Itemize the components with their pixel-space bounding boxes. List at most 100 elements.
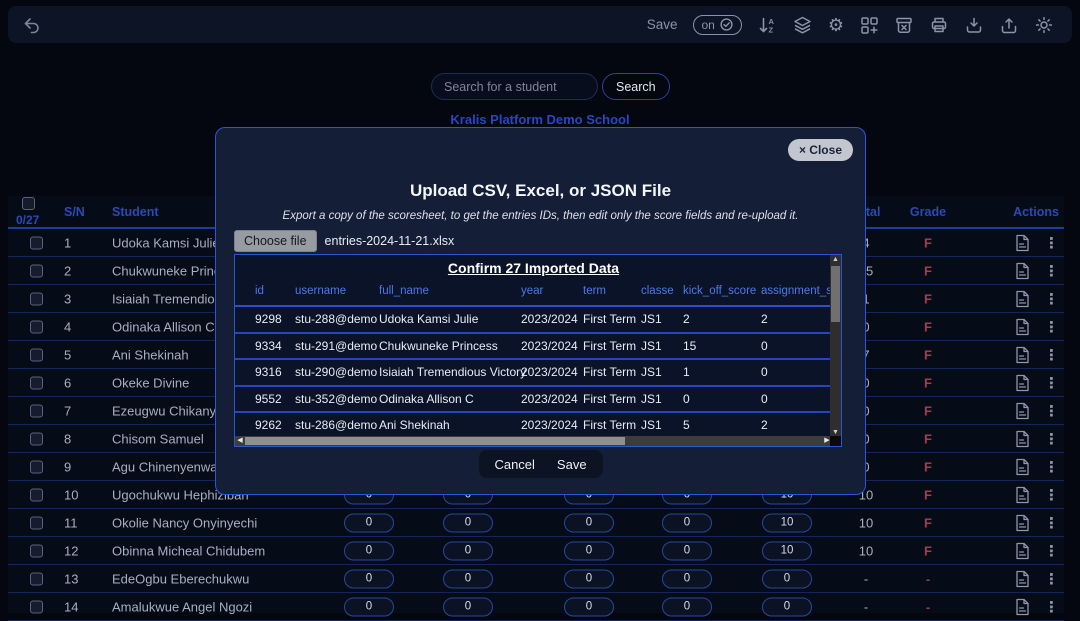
score-input-5[interactable] bbox=[762, 597, 812, 616]
score-input-2[interactable] bbox=[443, 513, 493, 532]
score-input-4[interactable] bbox=[662, 513, 712, 532]
row-total: - bbox=[838, 571, 894, 586]
row-checkbox[interactable] bbox=[30, 376, 43, 389]
vertical-scrollbar[interactable]: ▲ ▼ bbox=[830, 255, 841, 438]
file-report-icon[interactable] bbox=[1015, 262, 1030, 279]
file-report-icon[interactable] bbox=[1015, 598, 1030, 615]
search-input[interactable] bbox=[431, 73, 598, 100]
school-name-link[interactable]: Kralis Platform Demo School bbox=[0, 112, 1080, 127]
score-input-3[interactable] bbox=[564, 569, 614, 588]
row-menu-icon[interactable]: ⋮ bbox=[1044, 290, 1059, 308]
row-checkbox[interactable] bbox=[30, 572, 43, 585]
row-student-name: Odinaka Allison C bbox=[112, 319, 215, 334]
score-input-2[interactable] bbox=[443, 597, 493, 616]
file-report-icon[interactable] bbox=[1015, 430, 1030, 447]
download-icon[interactable] bbox=[964, 15, 984, 35]
row-menu-icon[interactable]: ⋮ bbox=[1044, 374, 1059, 392]
file-report-icon[interactable] bbox=[1015, 346, 1030, 363]
row-menu-icon[interactable]: ⋮ bbox=[1044, 486, 1059, 504]
file-report-icon[interactable] bbox=[1015, 318, 1030, 335]
row-checkbox[interactable] bbox=[30, 432, 43, 445]
layers-icon[interactable] bbox=[792, 15, 813, 35]
score-input-3[interactable] bbox=[564, 597, 614, 616]
file-report-icon[interactable] bbox=[1015, 290, 1030, 307]
row-student-name: Okolie Nancy Onyinyechi bbox=[112, 515, 257, 530]
row-menu-icon[interactable]: ⋮ bbox=[1044, 318, 1059, 336]
scroll-up-icon[interactable]: ▲ bbox=[830, 255, 841, 265]
row-menu-icon[interactable]: ⋮ bbox=[1044, 262, 1059, 280]
score-input-1[interactable] bbox=[344, 597, 394, 616]
file-report-icon[interactable] bbox=[1015, 374, 1030, 391]
table-row: 14 Amalukwue Angel Ngozi - - ⋮ bbox=[8, 593, 1064, 621]
file-report-icon[interactable] bbox=[1015, 234, 1030, 251]
file-report-icon[interactable] bbox=[1015, 486, 1030, 503]
score-input-5[interactable] bbox=[762, 513, 812, 532]
row-student-name: Obinna Micheal Chidubem bbox=[112, 543, 265, 558]
printer-icon[interactable] bbox=[929, 15, 949, 35]
sort-az-icon[interactable]: A Z bbox=[757, 15, 777, 35]
row-checkbox[interactable] bbox=[30, 516, 43, 529]
scroll-left-icon[interactable]: ◀ bbox=[235, 436, 245, 446]
close-button[interactable]: × Close bbox=[788, 139, 853, 161]
row-sn: 4 bbox=[64, 319, 71, 334]
vertical-scroll-thumb[interactable] bbox=[831, 266, 840, 322]
file-report-icon[interactable] bbox=[1015, 458, 1030, 475]
row-menu-icon[interactable]: ⋮ bbox=[1044, 542, 1059, 560]
brightness-icon[interactable] bbox=[1034, 15, 1054, 35]
row-checkbox[interactable] bbox=[30, 236, 43, 249]
settings-gear-icon[interactable]: ⚙ bbox=[828, 16, 844, 34]
row-menu-icon[interactable]: ⋮ bbox=[1044, 458, 1059, 476]
table-row: 11 Okolie Nancy Onyinyechi 10 F ⋮ bbox=[8, 509, 1064, 537]
choose-file-button[interactable]: Choose file bbox=[234, 230, 317, 252]
search-button[interactable]: Search bbox=[602, 73, 670, 100]
file-report-icon[interactable] bbox=[1015, 570, 1030, 587]
row-checkbox[interactable] bbox=[30, 264, 43, 277]
score-input-1[interactable] bbox=[344, 541, 394, 560]
horizontal-scroll-thumb[interactable] bbox=[245, 437, 625, 445]
score-input-3[interactable] bbox=[564, 541, 614, 560]
svg-text:Z: Z bbox=[768, 25, 773, 34]
score-input-5[interactable] bbox=[762, 569, 812, 588]
row-checkbox[interactable] bbox=[30, 292, 43, 305]
grid-add-icon[interactable] bbox=[859, 15, 879, 35]
score-input-4[interactable] bbox=[662, 541, 712, 560]
save-button[interactable]: Save bbox=[557, 457, 587, 472]
archive-x-icon[interactable] bbox=[894, 15, 914, 35]
row-menu-icon[interactable]: ⋮ bbox=[1044, 234, 1059, 252]
save-label: Save bbox=[647, 17, 678, 32]
row-grade: F bbox=[908, 347, 948, 362]
file-report-icon[interactable] bbox=[1015, 402, 1030, 419]
score-input-2[interactable] bbox=[443, 569, 493, 588]
score-input-5[interactable] bbox=[762, 541, 812, 560]
scrollbar-corner bbox=[830, 436, 841, 446]
row-checkbox[interactable] bbox=[30, 600, 43, 613]
score-input-1[interactable] bbox=[344, 513, 394, 532]
row-menu-icon[interactable]: ⋮ bbox=[1044, 430, 1059, 448]
upload-icon[interactable] bbox=[999, 15, 1019, 35]
row-checkbox[interactable] bbox=[30, 488, 43, 501]
row-checkbox[interactable] bbox=[30, 320, 43, 333]
score-input-4[interactable] bbox=[662, 597, 712, 616]
row-menu-icon[interactable]: ⋮ bbox=[1044, 514, 1059, 532]
row-menu-icon[interactable]: ⋮ bbox=[1044, 402, 1059, 420]
autosave-toggle[interactable]: on bbox=[693, 15, 742, 35]
score-input-1[interactable] bbox=[344, 569, 394, 588]
file-report-icon[interactable] bbox=[1015, 542, 1030, 559]
row-menu-icon[interactable]: ⋮ bbox=[1044, 570, 1059, 588]
back-icon[interactable] bbox=[22, 15, 42, 35]
row-total: 10 bbox=[838, 515, 894, 530]
horizontal-scrollbar[interactable]: ◀ ▶ bbox=[235, 436, 832, 446]
row-grade: F bbox=[908, 487, 948, 502]
score-input-4[interactable] bbox=[662, 569, 712, 588]
file-report-icon[interactable] bbox=[1015, 514, 1030, 531]
row-menu-icon[interactable]: ⋮ bbox=[1044, 346, 1059, 364]
score-input-2[interactable] bbox=[443, 541, 493, 560]
score-input-3[interactable] bbox=[564, 513, 614, 532]
cancel-button[interactable]: Cancel bbox=[494, 457, 534, 472]
row-checkbox[interactable] bbox=[30, 348, 43, 361]
row-checkbox[interactable] bbox=[30, 460, 43, 473]
confirm-data-table: Confirm 27 Imported Data id username ful… bbox=[234, 254, 842, 447]
select-all-checkbox[interactable] bbox=[22, 197, 35, 210]
row-checkbox[interactable] bbox=[30, 544, 43, 557]
row-checkbox[interactable] bbox=[30, 404, 43, 417]
